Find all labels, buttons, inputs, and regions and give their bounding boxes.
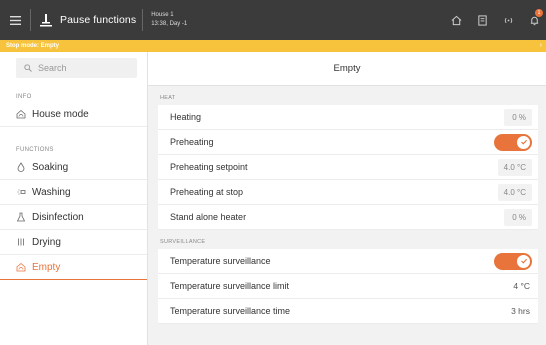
house-name: House 1 [151,12,174,18]
setting-value: 4.0 °C [497,183,532,201]
heat-group: HEAT Heating 0 % Preheating Preheating s… [158,91,538,230]
sidebar-item-label: Washing [32,186,71,198]
search-input[interactable]: Search [16,58,137,78]
setting-row-temperature-surveillance-limit[interactable]: Temperature surveillance limit 4 °C [158,274,538,299]
top-bar: Pause functions House 1 13:38, Day -1 1 [0,0,546,40]
sidebar-item-house-mode[interactable]: House mode [0,102,147,127]
wireless-button[interactable] [496,0,520,40]
setting-row-temperature-surveillance-time[interactable]: Temperature surveillance time 3 hrs [158,299,538,324]
pause-function-icon [40,14,52,27]
heat-section-label: HEAT [160,95,176,101]
surveillance-group: SURVEILLANCE Temperature surveillance Te… [158,235,538,324]
home-button[interactable] [444,0,468,40]
setting-label: Temperature surveillance [170,256,271,266]
page-title: Pause functions [60,14,137,26]
stop-mode-banner[interactable]: Stop mode: Empty › [0,40,546,52]
menu-icon[interactable] [0,0,30,40]
sidebar-item-label: Drying [32,236,61,248]
sidebar-item-label: Disinfection [32,211,84,223]
home-icon [451,15,461,25]
house-icon [16,109,26,119]
sidebar-item-label: Soaking [32,161,69,173]
sidebar: Search INFO House mode FUNCTIONS Soaking… [0,52,148,345]
notification-badge: 1 [535,9,543,17]
sidebar-item-washing[interactable]: Washing [0,180,147,205]
setting-row-preheating-setpoint[interactable]: Preheating setpoint 4.0 °C [158,155,538,180]
spray-icon [17,189,26,195]
temperature-surveillance-toggle[interactable] [494,252,532,270]
sidebar-item-soaking[interactable]: Soaking [0,155,147,180]
setting-value: 4 °C [513,281,530,291]
setting-label: Preheating setpoint [170,162,248,172]
surveillance-section-label: SURVEILLANCE [160,239,206,245]
functions-section-label: FUNCTIONS [16,147,54,153]
log-button[interactable] [470,0,494,40]
sidebar-item-empty[interactable]: Empty [0,255,147,280]
setting-row-preheating-at-stop[interactable]: Preheating at stop 4.0 °C [158,180,538,205]
setting-row-stand-alone-heater[interactable]: Stand alone heater 0 % [158,205,538,230]
setting-row-preheating: Preheating [158,130,538,155]
check-icon [517,254,530,268]
info-section-label: INFO [16,94,32,100]
sidebar-item-label: House mode [32,108,89,120]
empty-house-icon [16,262,26,272]
document-icon [477,14,487,26]
setting-label: Temperature surveillance time [170,306,291,316]
flask-icon [16,212,26,222]
heat-icon [18,238,24,246]
setting-label: Preheating at stop [170,187,244,197]
search-icon [24,64,32,72]
setting-row-temperature-surveillance: Temperature surveillance [158,249,538,274]
sidebar-item-drying[interactable]: Drying [0,230,147,255]
setting-label: Stand alone heater [170,212,247,222]
sidebar-item-disinfection[interactable]: Disinfection [0,205,147,230]
notifications-button[interactable]: 1 [522,0,546,40]
sidebar-item-label: Empty [32,261,61,273]
banner-text: Stop mode: Empty [6,43,60,49]
signal-icon [504,17,512,23]
check-icon [517,135,530,149]
drop-icon [17,162,25,172]
setting-value: 0 % [504,208,532,226]
setting-label: Heating [170,112,202,122]
search-placeholder: Search [38,63,67,73]
setting-value: 3 hrs [511,306,530,316]
house-info[interactable]: House 1 13:38, Day -1 [143,11,187,29]
main-panel: Empty HEAT Heating 0 % Preheating Prehea… [148,52,546,345]
house-time: 13:38, Day -1 [151,21,188,27]
setting-row-heating[interactable]: Heating 0 % [158,105,538,130]
setting-label: Preheating [170,137,214,147]
chevron-right-icon: › [539,42,542,49]
setting-value: 0 % [504,108,532,126]
preheating-toggle[interactable] [494,133,532,151]
setting-label: Temperature surveillance limit [170,281,290,291]
panel-title: Empty [148,52,546,86]
page-title-area: Pause functions [31,0,142,40]
setting-value: 4.0 °C [497,158,532,176]
